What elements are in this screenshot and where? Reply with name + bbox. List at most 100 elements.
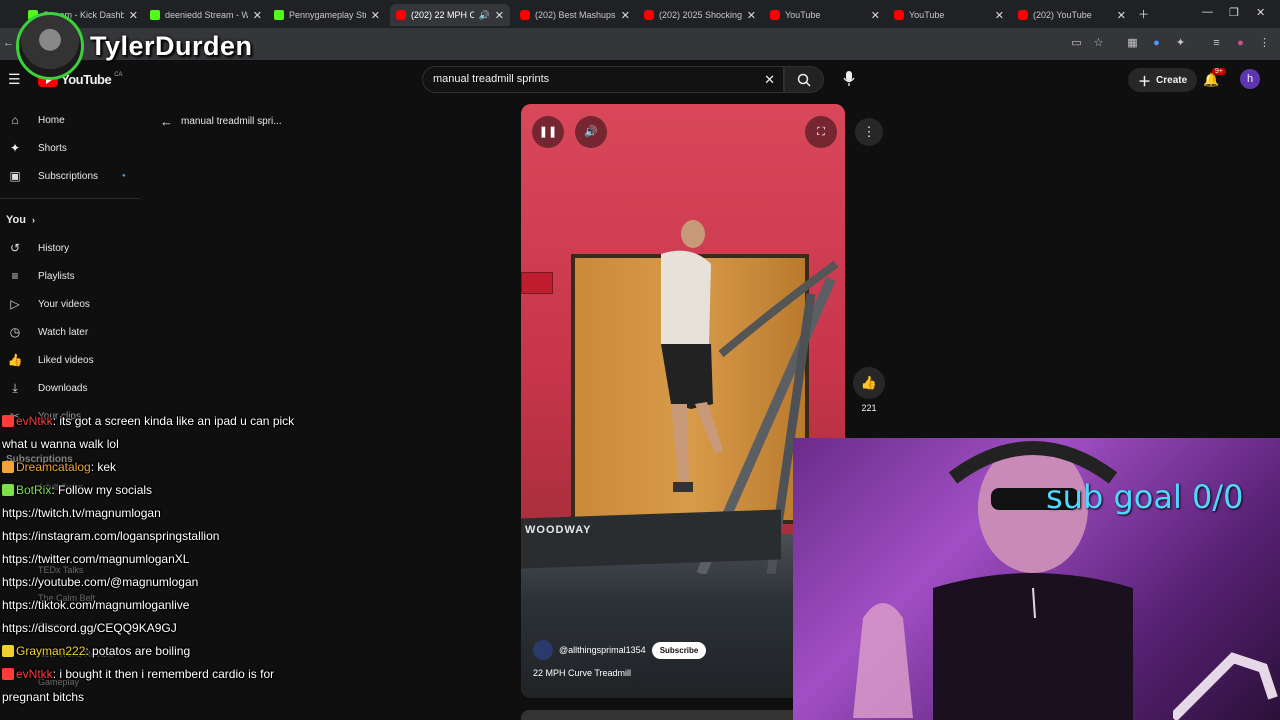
sidebar-item-downloads[interactable]: ⤓ Downloads: [0, 374, 140, 402]
chat-message: Grayman222: potatos are boiling: [2, 640, 302, 663]
short-title[interactable]: 22 MPH Curve Treadmill: [533, 668, 631, 678]
sidebar-item-your-videos[interactable]: ▷ Your videos: [0, 290, 140, 318]
chat-message: https://youtube.com/@magnumlogan: [2, 571, 302, 594]
new-content-dot: ●: [122, 173, 126, 179]
chat-username: evNtkk: [16, 667, 53, 681]
browser-tab[interactable]: Pennygameplay Stream ✕: [268, 4, 386, 26]
chat-badge-icon: [2, 484, 14, 496]
playlists-icon: ≡: [11, 269, 19, 283]
voice-search-button[interactable]: [836, 66, 862, 92]
tab-title: YouTube: [909, 10, 945, 20]
chat-badge-icon: [2, 415, 14, 427]
chat-message: Dreamcatalog: kek: [2, 456, 302, 479]
pause-icon: ❚❚: [538, 126, 558, 138]
profile-icon[interactable]: ●: [1234, 37, 1247, 50]
chat-text: https://instagram.com/loganspringstallio…: [2, 529, 220, 543]
sidebar-you-label: You: [6, 214, 26, 226]
chat-username: Dreamcatalog: [16, 460, 91, 474]
sidebar-item-shorts[interactable]: ✦ Shorts: [0, 134, 140, 162]
close-icon[interactable]: ✕: [253, 9, 262, 22]
close-icon[interactable]: ✕: [371, 9, 380, 22]
chat-message: BotRix: Follow my socials: [2, 479, 302, 502]
sub-goal-text: sub goal 0/0: [1046, 478, 1244, 516]
fullscreen-button[interactable]: ⛶: [805, 116, 837, 148]
chat-message: https://instagram.com/loganspringstallio…: [2, 525, 302, 548]
chat-text: : i bought it then i rememberd cardio is…: [52, 667, 275, 681]
clear-search-icon[interactable]: ✕: [764, 67, 775, 92]
sidebar-item-history[interactable]: ↺ History: [0, 234, 140, 262]
browser-tab-active[interactable]: (202) 22 MPH Curve 🔊 ✕: [390, 4, 510, 26]
sidebar-item-label: Watch later: [38, 326, 89, 338]
your-videos-icon: ▷: [10, 297, 20, 311]
close-icon[interactable]: ✕: [871, 9, 880, 22]
close-icon[interactable]: ✕: [747, 9, 756, 22]
extension-icon[interactable]: ▦: [1126, 37, 1139, 50]
browser-tab[interactable]: YouTube ✕: [888, 4, 1010, 26]
menu-dots-icon[interactable]: ⋮: [1258, 37, 1271, 50]
browser-tab[interactable]: (202) YouTube ✕: [1012, 4, 1132, 26]
puzzle-icon[interactable]: ✦: [1174, 37, 1187, 50]
sidebar-divider: [0, 198, 140, 199]
browser-tab[interactable]: YouTube ✕: [764, 4, 886, 26]
volume-icon: 🔊: [584, 126, 598, 138]
short-channel-row: @allthingsprimal1354 Subscribe: [533, 640, 707, 660]
chat-message: what u wanna walk lol: [2, 433, 302, 456]
tab-title: Pennygameplay Stream: [289, 10, 366, 20]
close-window-icon[interactable]: ✕: [1256, 6, 1265, 19]
close-icon[interactable]: ✕: [1117, 9, 1126, 22]
sidebar-item-label: Shorts: [38, 142, 67, 154]
sidebar-item-watch-later[interactable]: ◷ Watch later: [0, 318, 140, 346]
chat-text: https://youtube.com/@magnumlogan: [2, 575, 199, 589]
extension-icon[interactable]: ●: [1150, 37, 1163, 50]
bookmark-star-icon[interactable]: ☆: [1092, 37, 1105, 50]
back-icon[interactable]: ←: [2, 37, 15, 50]
chat-username: BotRix: [16, 483, 52, 497]
media-icon[interactable]: ≡: [1210, 37, 1223, 50]
sidebar-item-home[interactable]: ⌂ Home: [0, 106, 140, 134]
kick-icon: [274, 10, 284, 20]
close-icon[interactable]: ✕: [621, 9, 630, 22]
sidebar-you-header[interactable]: You ›: [0, 206, 140, 234]
channel-avatar[interactable]: [533, 640, 553, 660]
search-input[interactable]: manual treadmill sprints ✕: [422, 66, 784, 93]
back-to-search-link[interactable]: ← manual treadmill spri...: [160, 114, 282, 129]
subscribe-button[interactable]: Subscribe: [651, 641, 707, 659]
create-label: Create: [1156, 74, 1188, 86]
like-count: 221: [861, 403, 877, 413]
youtube-icon: [770, 10, 780, 20]
chat-message: https://twitter.com/magnumloganXL: [2, 548, 302, 571]
browser-tab[interactable]: (202) 2025 Shocking ✕: [638, 4, 762, 26]
back-link-label: manual treadmill spri...: [181, 116, 282, 127]
browser-tab[interactable]: (202) Best Mashups ✕: [514, 4, 636, 26]
sidebar-item-subscriptions[interactable]: ▣ Subscriptions ●: [0, 162, 140, 190]
sidebar-item-liked-videos[interactable]: 👍 Liked videos: [0, 346, 140, 374]
chat-text: https://twitch.tv/magnumlogan: [2, 506, 161, 520]
sidebar-item-playlists[interactable]: ≡ Playlists: [0, 262, 140, 290]
speaker-icon[interactable]: 🔊: [479, 10, 490, 21]
close-icon[interactable]: ✕: [995, 9, 1004, 22]
maximize-icon[interactable]: ❐: [1229, 6, 1239, 19]
close-icon[interactable]: ✕: [495, 9, 504, 22]
mute-button[interactable]: 🔊: [575, 116, 607, 148]
search-button[interactable]: [784, 66, 824, 93]
account-avatar[interactable]: h: [1240, 69, 1260, 89]
chat-text: : potatos are boiling: [85, 644, 191, 658]
downloads-icon: ⤓: [12, 380, 18, 395]
liked-videos-icon: 👍: [7, 353, 23, 367]
cast-icon[interactable]: ▭: [1070, 37, 1083, 50]
chat-text: https://tiktok.com/magnumloganlive: [2, 598, 190, 612]
tab-title: (202) YouTube: [1033, 10, 1092, 20]
search-query-text: manual treadmill sprints: [433, 73, 550, 85]
pause-button[interactable]: ❚❚: [532, 116, 564, 148]
youtube-icon: [644, 10, 654, 20]
sidebar-item-label: Liked videos: [38, 354, 94, 366]
new-tab-icon[interactable]: ＋: [1138, 6, 1149, 22]
chat-badge-icon: [2, 668, 14, 680]
minimize-icon[interactable]: —: [1202, 6, 1213, 18]
create-button[interactable]: ＋ Create: [1128, 68, 1198, 92]
like-button[interactable]: 👍: [853, 367, 885, 399]
channel-handle[interactable]: @allthingsprimal1354: [559, 645, 646, 655]
more-actions-button[interactable]: ⋮: [855, 118, 883, 146]
stream-overlay-name: TylerDurden: [16, 12, 253, 80]
history-icon: ↺: [9, 241, 21, 255]
